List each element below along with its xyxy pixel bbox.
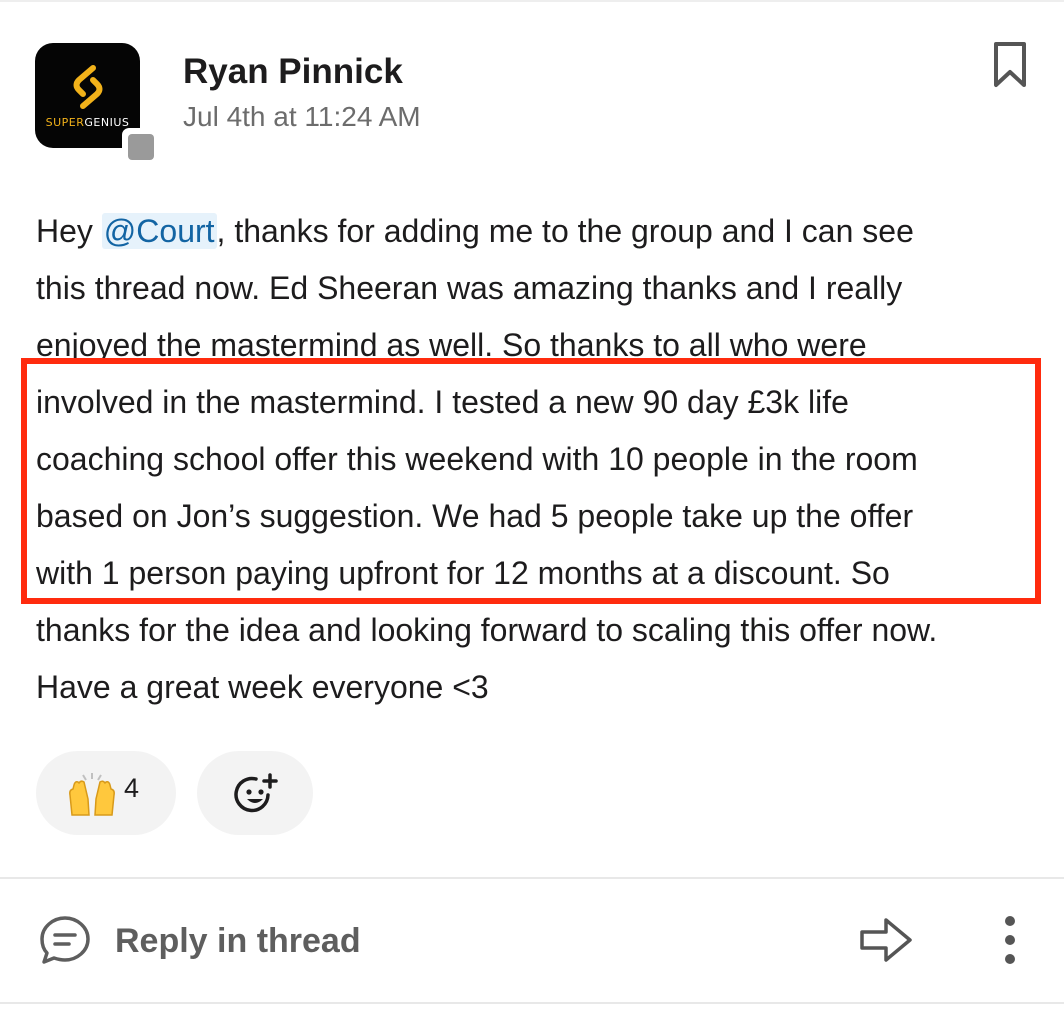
user-mention[interactable]: @Court [101,213,217,249]
highlight-box [21,358,1041,604]
presence-indicator [122,128,160,166]
add-emoji-icon [234,773,278,813]
add-reaction-button[interactable] [197,751,313,835]
reply-in-thread-button[interactable]: Reply in thread [115,922,361,961]
top-divider [0,0,1064,2]
more-options-icon[interactable] [996,912,1024,968]
reaction-count: 4 [124,773,140,803]
bottom-divider [0,1002,1064,1004]
message-line: this thread now. Ed Sheeran was amazing … [36,270,903,306]
bookmark-icon[interactable] [990,40,1030,90]
raised-hands-icon [69,773,115,816]
avatar-brand-text: SUPERGENIUS [45,116,130,129]
message-line: Hey @Court, thanks for adding me to the … [36,213,914,249]
reply-thread-icon[interactable] [38,914,92,966]
footer-divider [0,877,1064,879]
supergenius-logo-icon [73,65,103,109]
message-timestamp[interactable]: Jul 4th at 11:24 AM [183,101,421,133]
message-line: thanks for the idea and looking forward … [36,612,938,648]
share-arrow-icon[interactable] [858,915,914,965]
message-line: Have a great week everyone <3 [36,669,489,705]
reaction-raised-hands[interactable]: 4 [36,751,176,835]
author-name[interactable]: Ryan Pinnick [183,52,403,92]
